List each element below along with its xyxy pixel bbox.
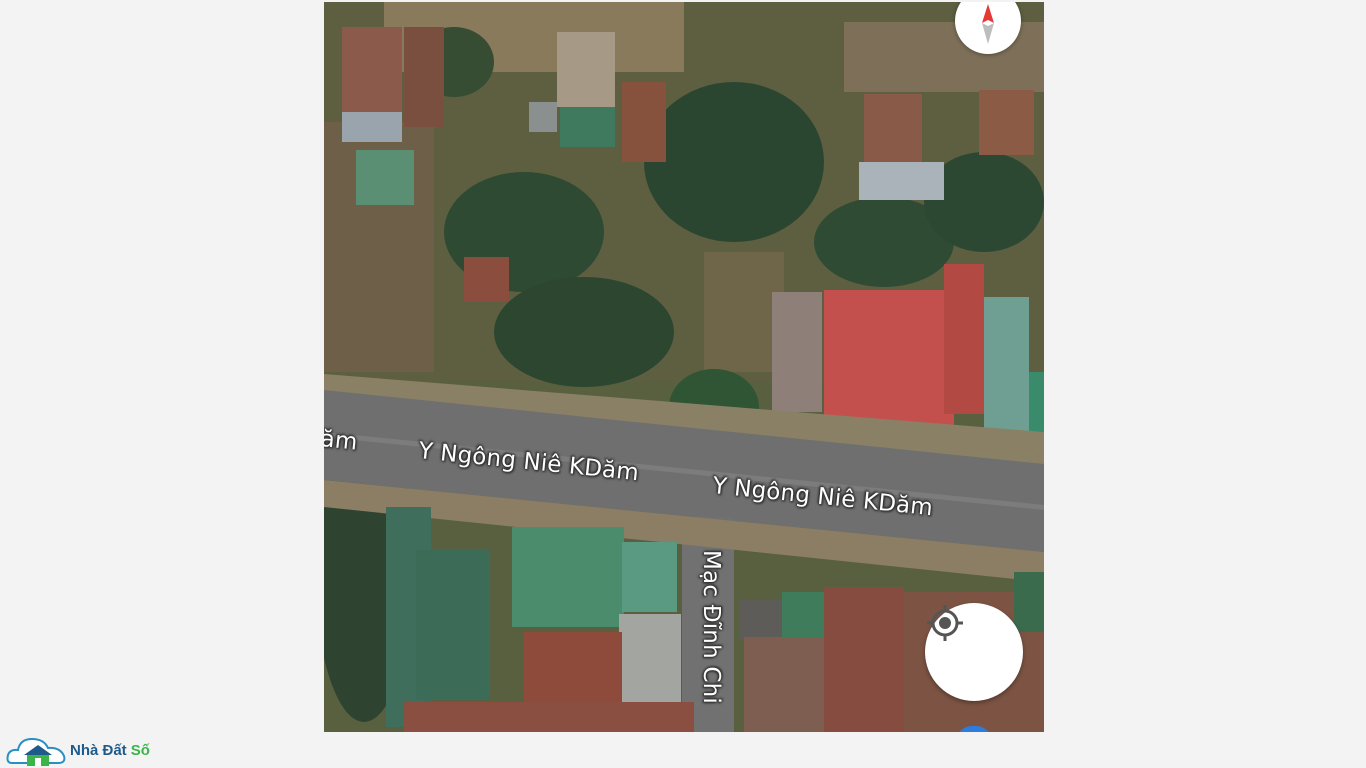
house-cloud-logo-icon xyxy=(6,737,66,766)
compass-button[interactable] xyxy=(955,2,1021,54)
watermark-logo: Nhà Đất Số xyxy=(6,733,150,767)
road-label-side: Mạc Đĩnh Chi xyxy=(698,550,724,705)
my-location-icon xyxy=(927,605,963,641)
compass-icon xyxy=(982,4,994,44)
watermark-text-part2: Số xyxy=(130,741,150,759)
road-label-main-partial: ăm xyxy=(324,426,359,456)
watermark-text-part1: Nhà Đất xyxy=(70,741,127,759)
my-location-button[interactable] xyxy=(925,603,1023,701)
satellite-map[interactable]: ăm Y Ngông Niê KDăm Y Ngông Niê KDăm Mạc… xyxy=(324,2,1044,732)
